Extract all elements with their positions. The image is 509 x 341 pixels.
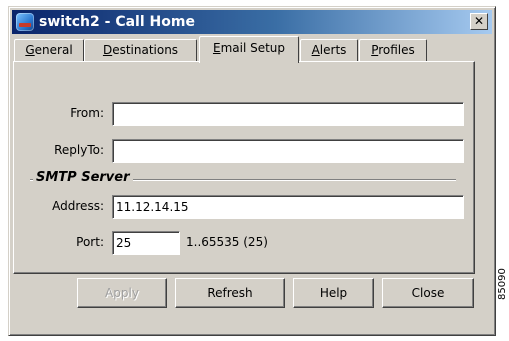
title-bar[interactable]: switch2 - Call Home ✕ <box>12 10 492 34</box>
from-label: From: <box>70 106 104 120</box>
port-field[interactable] <box>112 231 180 255</box>
tab-alerts-mnemonic: A <box>311 43 320 57</box>
apply-button[interactable]: Apply <box>77 278 167 308</box>
tab-general[interactable]: General <box>14 39 84 61</box>
replyto-field[interactable] <box>112 139 464 163</box>
figure-id: 85090 <box>497 268 508 300</box>
replyto-label: ReplyTo: <box>54 143 104 157</box>
port-label: Port: <box>76 235 104 249</box>
tab-destinations[interactable]: Destinations <box>84 39 197 61</box>
address-field[interactable] <box>112 195 464 219</box>
smtp-group-title: SMTP Server <box>33 170 133 185</box>
app-icon <box>16 13 34 31</box>
help-button[interactable]: Help <box>293 278 374 308</box>
address-label: Address: <box>52 199 104 213</box>
tab-alerts[interactable]: Alerts <box>300 39 358 61</box>
refresh-button[interactable]: Refresh <box>175 278 285 308</box>
tab-email-setup[interactable]: Email Setup <box>199 36 299 63</box>
tab-general-mnemonic: G <box>25 43 35 57</box>
window-title: switch2 - Call Home <box>39 14 195 30</box>
from-field[interactable] <box>112 102 464 126</box>
close-icon[interactable]: ✕ <box>470 13 488 30</box>
email-setup-panel: From: ReplyTo: SMTP Server Address: Port… <box>13 61 475 274</box>
tab-profiles[interactable]: Profiles <box>359 39 427 61</box>
close-button[interactable]: Close <box>382 278 474 308</box>
tab-destinations-mnemonic: D <box>102 43 113 57</box>
port-range-hint: 1..65535 (25) <box>186 235 268 249</box>
tab-email-setup-mnemonic: E <box>212 41 221 55</box>
